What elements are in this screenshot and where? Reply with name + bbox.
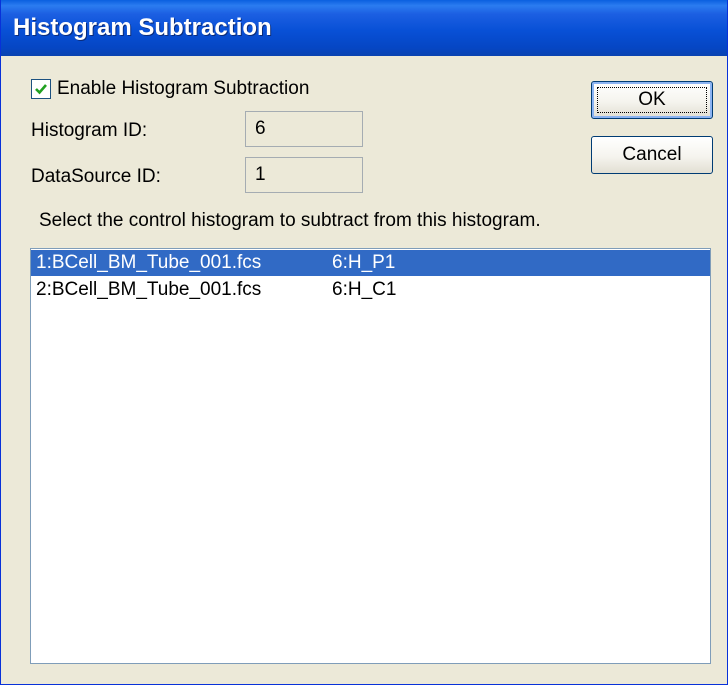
checkmark-icon	[35, 84, 47, 95]
histogram-subtraction-dialog: Histogram Subtraction Enable Histogram S…	[0, 0, 728, 685]
list-item-file: 2:BCell_BM_Tube_001.fcs	[36, 279, 262, 300]
window-title: Histogram Subtraction	[13, 14, 272, 41]
ok-button[interactable]: OK	[591, 81, 713, 119]
list-item[interactable]: 1:BCell_BM_Tube_001.fcs 6:H_P1	[31, 250, 710, 276]
title-bar[interactable]: Histogram Subtraction	[1, 0, 727, 56]
enable-histogram-subtraction-checkbox[interactable]: Enable Histogram Subtraction	[31, 77, 309, 101]
enable-histogram-subtraction-label: Enable Histogram Subtraction	[57, 78, 310, 99]
checkbox-box[interactable]	[31, 79, 51, 99]
cancel-button[interactable]: Cancel	[591, 136, 713, 174]
histogram-id-field: 6	[245, 111, 363, 147]
list-item[interactable]: 2:BCell_BM_Tube_001.fcs 6:H_C1	[31, 277, 710, 303]
list-item-histogram: 6:H_P1	[332, 252, 396, 273]
cancel-button-label: Cancel	[622, 144, 682, 165]
datasource-id-field: 1	[245, 157, 363, 193]
list-item-file: 1:BCell_BM_Tube_001.fcs	[36, 252, 262, 273]
histogram-id-label: Histogram ID:	[31, 120, 148, 141]
instruction-text: Select the control histogram to subtract…	[39, 210, 541, 231]
control-histogram-listbox[interactable]: 1:BCell_BM_Tube_001.fcs 6:H_P1 2:BCell_B…	[30, 248, 711, 664]
datasource-id-label: DataSource ID:	[31, 166, 161, 187]
ok-button-label: OK	[638, 89, 666, 110]
list-item-histogram: 6:H_C1	[332, 279, 397, 300]
